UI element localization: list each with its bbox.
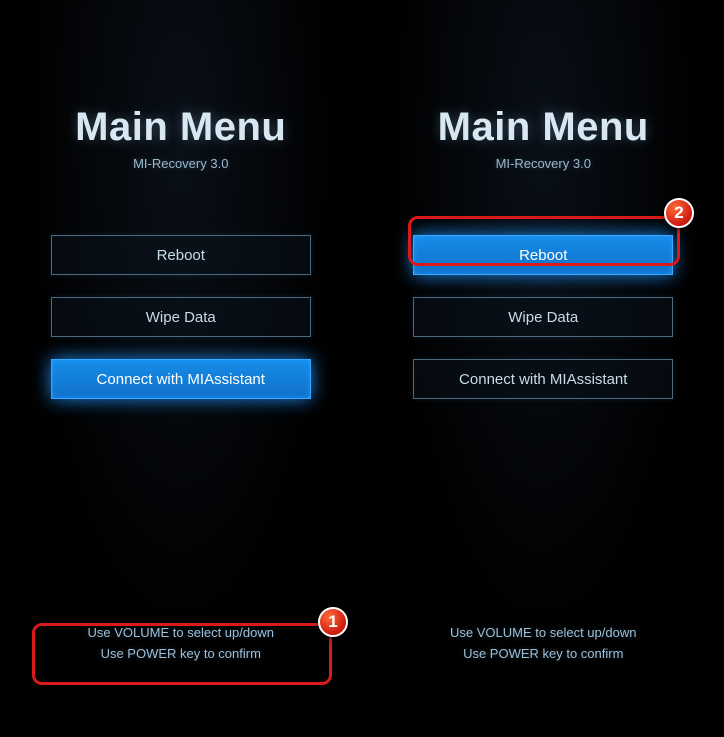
menu-item-reboot[interactable]: Reboot [51, 235, 311, 275]
menu-item-label: Connect with MIAssistant [459, 371, 627, 388]
main-menu-title: Main Menu [438, 105, 649, 150]
phone-left: Main Menu MI-Recovery 3.0 Reboot Wipe Da… [0, 0, 362, 737]
menu-item-label: Wipe Data [508, 309, 578, 326]
phone-right: Main Menu MI-Recovery 3.0 Reboot Wipe Da… [362, 0, 724, 737]
hint-line: Use POWER key to confirm [31, 644, 331, 665]
main-menu: Reboot Wipe Data Connect with MIAssistan… [51, 235, 311, 399]
navigation-hint: Use VOLUME to select up/down Use POWER k… [393, 623, 693, 665]
menu-item-wipe-data[interactable]: Wipe Data [413, 297, 673, 337]
hint-line: Use VOLUME to select up/down [393, 623, 693, 644]
menu-item-label: Reboot [157, 247, 205, 264]
menu-item-connect-miassistant[interactable]: Connect with MIAssistant [413, 359, 673, 399]
menu-item-label: Wipe Data [146, 309, 216, 326]
menu-item-reboot[interactable]: Reboot [413, 235, 673, 275]
main-menu: Reboot Wipe Data Connect with MIAssistan… [413, 235, 673, 399]
recovery-subtitle: MI-Recovery 3.0 [496, 156, 591, 171]
main-menu-title: Main Menu [75, 105, 286, 150]
navigation-hint: Use VOLUME to select up/down Use POWER k… [31, 623, 331, 665]
hint-line: Use VOLUME to select up/down [31, 623, 331, 644]
recovery-subtitle: MI-Recovery 3.0 [133, 156, 228, 171]
menu-item-wipe-data[interactable]: Wipe Data [51, 297, 311, 337]
hint-line: Use POWER key to confirm [393, 644, 693, 665]
menu-item-label: Connect with MIAssistant [97, 371, 265, 388]
menu-item-connect-miassistant[interactable]: Connect with MIAssistant [51, 359, 311, 399]
menu-item-label: Reboot [519, 247, 567, 264]
